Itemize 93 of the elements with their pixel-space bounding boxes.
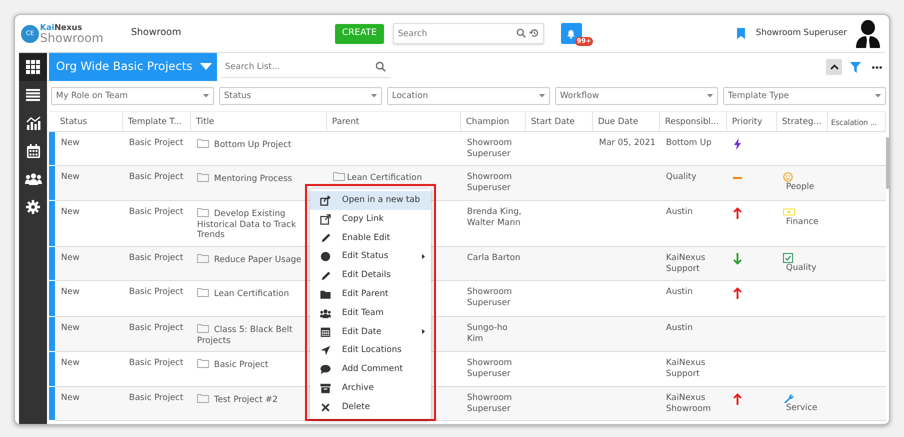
filter-dropdown[interactable]: Status (219, 87, 382, 105)
logo-subtitle: Showroom (40, 32, 104, 44)
column-header[interactable]: Status (55, 111, 123, 132)
column-header[interactable]: Responsibl... (660, 111, 727, 132)
champion-text: Showroom Superuser (461, 387, 526, 421)
folder-icon (197, 358, 209, 368)
template-text: Basic Project (123, 166, 191, 201)
bookmark-icon[interactable] (736, 28, 745, 39)
more-icon[interactable] (872, 66, 882, 68)
scrollbar-thumb[interactable] (886, 137, 889, 189)
apps-grid-icon[interactable] (26, 60, 40, 74)
status-text: New (55, 247, 123, 281)
strategy-text: Finance (786, 217, 820, 228)
pencil-icon (320, 232, 330, 244)
column-header[interactable]: Priority (727, 111, 777, 132)
strategy-text: Quality (786, 263, 818, 274)
menu-item[interactable]: Edit Status (310, 247, 431, 266)
chevron-up-icon[interactable] (830, 64, 838, 70)
comment-icon (320, 364, 330, 376)
filter-dropdown[interactable]: Template Type (723, 87, 886, 105)
column-header[interactable]: Start Date (526, 111, 593, 132)
external-link-icon (320, 214, 330, 225)
champion-text: Sungo-ho Kim (461, 317, 526, 352)
share-icon (320, 194, 330, 206)
folder-icon (197, 172, 209, 182)
responsible-text: Austin (660, 317, 727, 352)
settings-icon[interactable] (26, 200, 40, 214)
calendar-icon (320, 326, 330, 338)
pencil-icon (320, 270, 330, 282)
folder-icon (197, 138, 209, 148)
folder-icon (197, 207, 209, 217)
caret-icon[interactable] (371, 94, 377, 98)
column-header[interactable]: Strateg... (777, 111, 828, 132)
filter-dropdown[interactable]: Workflow (555, 87, 718, 105)
menu-item[interactable]: Delete (310, 398, 431, 417)
avatar-icon[interactable] (855, 20, 881, 48)
project-title-link[interactable]: Bottom Up Project (197, 138, 324, 151)
history-icon[interactable] (528, 28, 539, 38)
folder-icon (320, 288, 330, 300)
caret-icon[interactable] (539, 94, 545, 98)
search-icon[interactable] (516, 28, 526, 38)
user-name[interactable]: Showroom Superuser (756, 27, 847, 40)
archive-icon (320, 382, 330, 394)
bell-icon[interactable] (566, 28, 576, 38)
caret-icon[interactable] (200, 63, 212, 71)
location-arrow-icon (320, 345, 330, 356)
folder-icon (333, 171, 345, 181)
search-icon[interactable] (375, 61, 386, 72)
users-icon (320, 308, 330, 319)
responsible-text: Quality (660, 166, 727, 201)
circle-icon (320, 251, 330, 262)
filter-dropdown[interactable]: My Role on Team (51, 87, 214, 105)
menu-item[interactable]: Open in a new tab (310, 191, 431, 210)
template-text: Basic Project (123, 387, 191, 421)
menu-item[interactable]: Edit Date (310, 322, 431, 342)
logo-brand: KaiNexus (40, 24, 84, 32)
status-text: New (55, 387, 123, 421)
calendar-icon[interactable] (26, 144, 40, 158)
champion-text: Showroom Superuser (461, 166, 526, 201)
menu-item[interactable]: Edit Team (310, 304, 431, 323)
caret-icon[interactable] (203, 94, 209, 98)
status-text: New (55, 317, 123, 352)
collapse-button[interactable] (826, 59, 842, 75)
workspace-title: Showroom (131, 26, 182, 40)
folder-icon (197, 287, 209, 297)
caret-icon[interactable] (875, 94, 881, 98)
menu-item[interactable]: Edit Details (310, 266, 431, 285)
champion-text: Carla Barton (461, 247, 526, 281)
caret-icon[interactable] (707, 94, 713, 98)
column-header[interactable]: Due Date (593, 111, 660, 132)
strategy-text: Service (786, 403, 818, 414)
column-header[interactable]: Template T... (123, 111, 191, 132)
folder-icon (197, 253, 209, 263)
users-icon[interactable] (24, 173, 42, 185)
responsible-text: KaiNexus Support (660, 247, 727, 281)
strategy-text: People (786, 182, 816, 193)
close-icon (320, 402, 330, 413)
column-header[interactable]: Champion (461, 111, 526, 132)
folder-icon (197, 393, 209, 403)
filter-icon[interactable] (850, 62, 861, 72)
column-header[interactable]: Title (191, 111, 327, 132)
folder-icon (197, 323, 209, 333)
menu-item[interactable]: Edit Locations (310, 341, 431, 360)
status-text: New (55, 166, 123, 201)
template-text: Basic Project (123, 317, 191, 352)
chart-icon[interactable] (26, 116, 40, 130)
filter-dropdown[interactable]: Location (387, 87, 550, 105)
column-header[interactable]: Parent (327, 111, 461, 132)
menu-icon[interactable] (26, 89, 40, 101)
search-field[interactable]: Search (392, 23, 544, 44)
template-text: Basic Project (123, 247, 191, 281)
menu-item[interactable]: Archive (310, 378, 431, 398)
responsible-text: KaiNexus Showroom (660, 387, 727, 421)
